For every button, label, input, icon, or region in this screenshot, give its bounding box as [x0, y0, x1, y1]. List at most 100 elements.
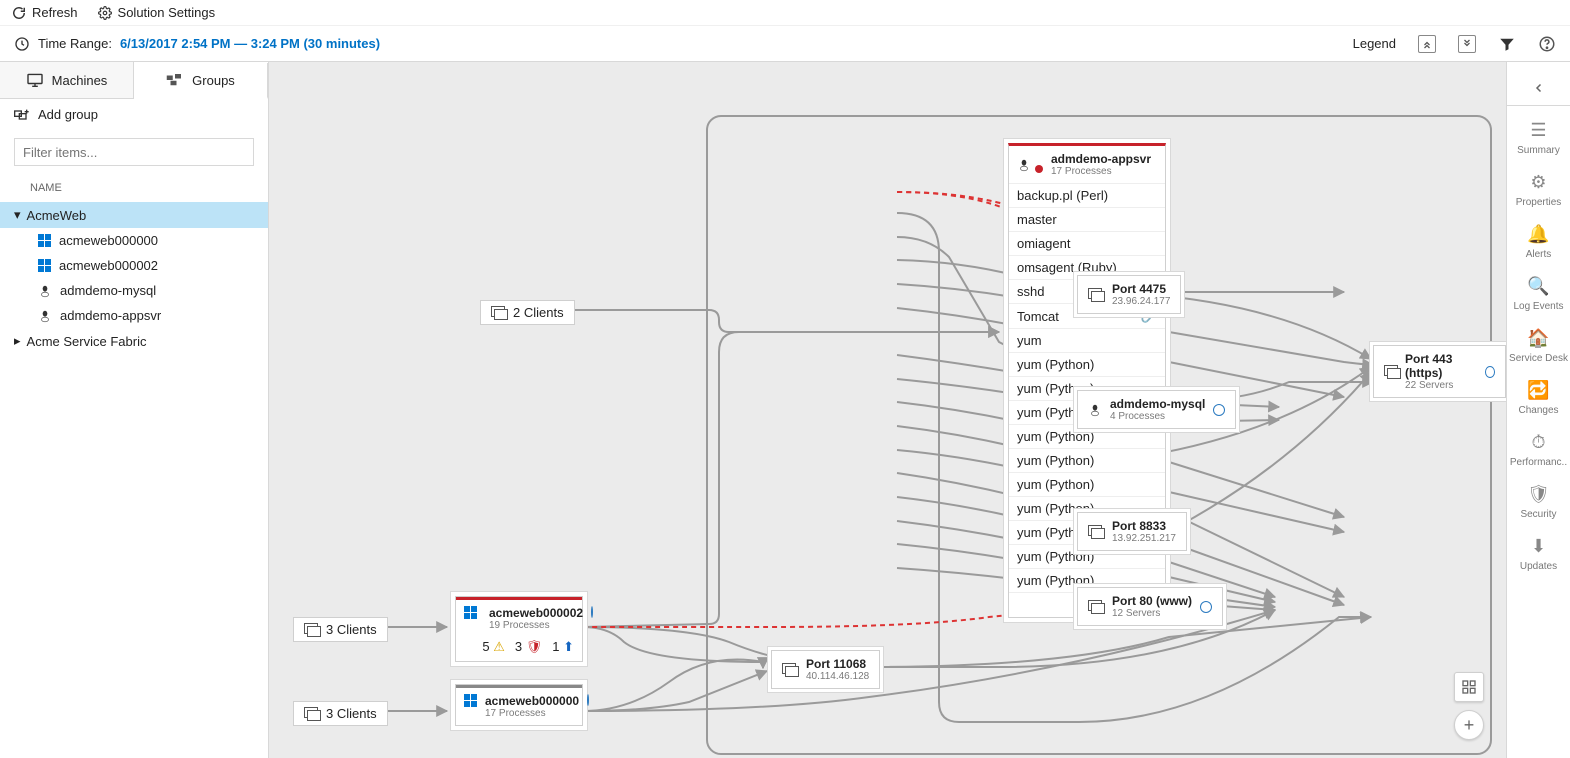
- process-row[interactable]: yum (Python): [1009, 449, 1165, 473]
- rail-item-log-events[interactable]: 🔍Log Events: [1509, 268, 1568, 320]
- clients-bubble-3b[interactable]: 3 Clients: [293, 701, 388, 726]
- process-label: backup.pl (Perl): [1017, 188, 1108, 203]
- member-acmeweb000002[interactable]: acmeweb000002: [0, 253, 268, 278]
- process-row[interactable]: yum (Python): [1009, 353, 1165, 377]
- add-group-button[interactable]: Add group: [0, 99, 268, 130]
- clients-bubble-3a[interactable]: 3 Clients: [293, 617, 388, 642]
- process-label: yum: [1017, 333, 1042, 348]
- member-admdemo-appsvr[interactable]: admdemo-appsvr: [0, 303, 268, 328]
- time-range-value[interactable]: 6/13/2017 2:54 PM — 3:24 PM (30 minutes): [120, 36, 380, 51]
- filter-input[interactable]: [14, 138, 254, 166]
- settings-button[interactable]: Solution Settings: [98, 5, 216, 20]
- tab-groups[interactable]: Groups: [134, 63, 268, 99]
- sidebar: Machines Groups Add group NAME ▾ AcmeWeb…: [0, 62, 269, 758]
- collapse-all-button[interactable]: [1418, 35, 1436, 53]
- servers-icon: [1088, 600, 1104, 614]
- process-row[interactable]: yum (Python): [1009, 473, 1165, 497]
- node-port-443[interactable]: Port 443 (https)22 Servers: [1373, 345, 1506, 398]
- clock-icon: [14, 36, 30, 52]
- process-label: Tomcat: [1017, 309, 1059, 324]
- servers-icon: [1088, 525, 1104, 539]
- rail-item-alerts[interactable]: 🔔Alerts: [1509, 216, 1568, 268]
- node-admdemo-mysql[interactable]: admdemo-mysql4 Processes: [1077, 390, 1236, 429]
- rail-label: Performanc..: [1510, 457, 1567, 468]
- port-title: Port 4475: [1112, 282, 1170, 296]
- process-label: yum (Python): [1017, 453, 1094, 468]
- process-label: yum (Python): [1017, 549, 1094, 564]
- node-port-4475[interactable]: Port 447523.96.24.177: [1077, 275, 1181, 314]
- rail-item-service-desk[interactable]: 🏠 Service Desk: [1509, 320, 1568, 372]
- process-label: yum (Python): [1017, 429, 1094, 444]
- expand-all-button[interactable]: [1458, 35, 1476, 53]
- rail-item-updates[interactable]: ⬇ Updates: [1509, 528, 1568, 580]
- port-sub: 40.114.46.128: [806, 671, 869, 682]
- rail-item-security[interactable]: 🛡Security: [1509, 476, 1568, 528]
- help-icon[interactable]: [1538, 35, 1556, 53]
- rail-label: Service Desk: [1509, 353, 1568, 364]
- chevron-right-icon: ▸: [14, 333, 21, 349]
- group-acmeweb[interactable]: ▾ AcmeWeb: [0, 202, 268, 228]
- clients-icon: [304, 623, 320, 637]
- process-label: yum (Python): [1017, 573, 1094, 588]
- refresh-button[interactable]: Refresh: [12, 5, 78, 20]
- rail-icon: ⬇: [1531, 536, 1546, 557]
- member-admdemo-mysql[interactable]: admdemo-mysql: [0, 278, 268, 303]
- port-title: admdemo-mysql: [1110, 397, 1205, 411]
- chevron-down-icon: ▾: [14, 207, 21, 223]
- process-label: sshd: [1017, 284, 1044, 299]
- port-sub: 12 Servers: [1112, 608, 1192, 619]
- member-acmeweb000000[interactable]: acmeweb000000: [0, 228, 268, 253]
- process-row[interactable]: backup.pl (Perl): [1009, 184, 1165, 208]
- member-label: acmeweb000000: [59, 233, 158, 248]
- port-sub: 4 Processes: [1110, 411, 1205, 422]
- linux-icon: [38, 284, 52, 298]
- rail-item-performanc-[interactable]: ⏱Performanc..: [1509, 424, 1568, 476]
- tab-machines[interactable]: Machines: [0, 62, 134, 98]
- process-row[interactable]: omiagent: [1009, 232, 1165, 256]
- node-port-80[interactable]: Port 80 (www)12 Servers: [1077, 587, 1223, 626]
- windows-icon: [464, 694, 477, 719]
- map-canvas[interactable]: 2 Clients 3 Clients 3 Clients admdemo-ap…: [269, 62, 1506, 758]
- rail-label: Properties: [1516, 197, 1562, 208]
- rail-label: Updates: [1520, 561, 1557, 572]
- group-tree: ▾ AcmeWeb acmeweb000000 acmeweb000002 ad…: [0, 202, 268, 354]
- servers-icon: [782, 663, 798, 677]
- plus-icon: +: [1464, 715, 1475, 736]
- node-port-11068[interactable]: Port 1106840.114.46.128: [771, 650, 880, 689]
- add-node-button[interactable]: +: [1454, 710, 1484, 740]
- rail-item-changes[interactable]: 🔁Changes: [1509, 372, 1568, 424]
- node-acmeweb000002[interactable]: acmeweb000002 19 Processes 5 ⚠ 3 🛡 1 ⬆: [455, 596, 583, 662]
- process-row[interactable]: yum: [1009, 329, 1165, 353]
- top-toolbar: Refresh Solution Settings: [0, 0, 1570, 26]
- node-port-8833[interactable]: Port 883313.92.251.217: [1077, 512, 1187, 551]
- port-title: Port 8833: [1112, 519, 1176, 533]
- process-label: omsagent (Ruby): [1017, 260, 1117, 275]
- clients-bubble-2[interactable]: 2 Clients: [480, 300, 575, 325]
- process-row[interactable]: master: [1009, 208, 1165, 232]
- rail-collapse-button[interactable]: [1507, 70, 1570, 106]
- rail-item-summary[interactable]: ☰Summary: [1509, 112, 1568, 164]
- rail-icon: 🛡: [1527, 484, 1550, 505]
- clients-label: 2 Clients: [513, 305, 564, 320]
- servers-icon: [1088, 288, 1104, 302]
- member-label: acmeweb000002: [59, 258, 158, 273]
- settings-label: Solution Settings: [118, 5, 216, 20]
- rail-icon: 🏠: [1527, 328, 1549, 349]
- rail-icon: 🔔: [1527, 224, 1549, 245]
- clients-icon: [491, 306, 507, 320]
- stat-warning: 5 ⚠: [482, 639, 505, 655]
- legend-button[interactable]: Legend: [1353, 36, 1396, 51]
- chevron-left-icon: [1533, 82, 1545, 94]
- rail-item-properties[interactable]: ⚙Properties: [1509, 164, 1568, 216]
- tab-machines-label: Machines: [52, 73, 108, 88]
- group-label: AcmeWeb: [27, 208, 87, 223]
- node-acmeweb000000[interactable]: acmeweb000000 17 Processes: [455, 684, 583, 726]
- node-title: admdemo-appsvr: [1051, 152, 1151, 166]
- properties-rail: ☰Summary⚙Properties🔔Alerts🔍Log Events 🏠 Se…: [1506, 62, 1570, 758]
- fit-to-screen-button[interactable]: [1454, 672, 1484, 702]
- group-acme-service-fabric[interactable]: ▸ Acme Service Fabric: [0, 328, 268, 354]
- filter-icon[interactable]: [1498, 35, 1516, 53]
- clients-label: 3 Clients: [326, 622, 377, 637]
- rail-label: Changes: [1518, 405, 1558, 416]
- clients-label: 3 Clients: [326, 706, 377, 721]
